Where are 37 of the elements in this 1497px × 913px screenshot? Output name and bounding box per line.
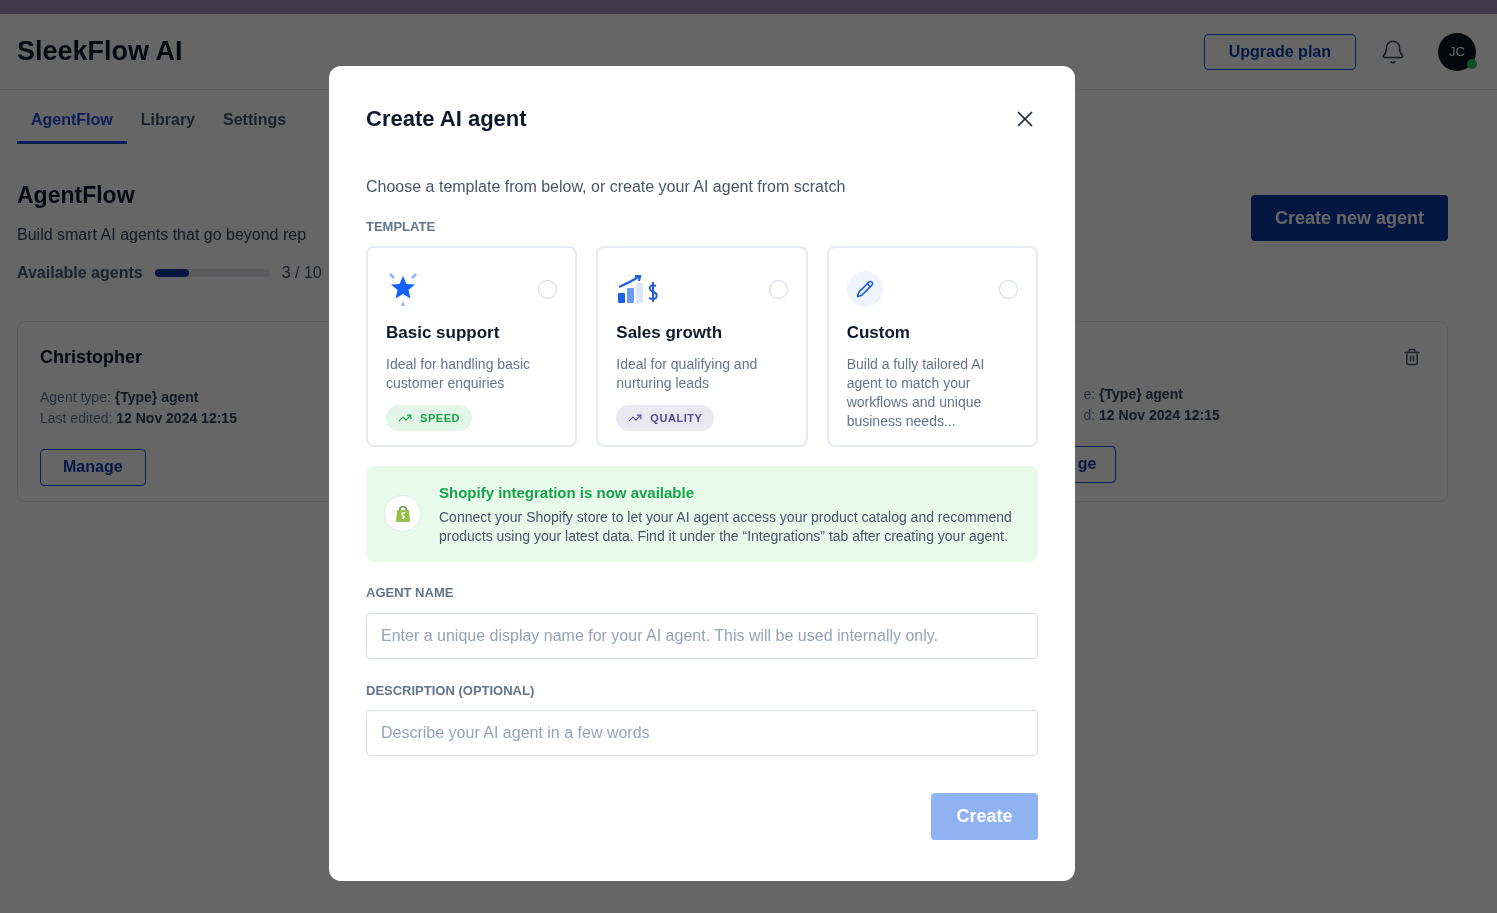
text-field[interactable]: Describe your AI agent in a few words (366, 710, 1038, 756)
tab[interactable]: AgentFlow (17, 98, 127, 144)
create-new-agent-button[interactable]: Create new agent (1250, 195, 1448, 241)
manage-button[interactable]: Manage (40, 448, 146, 486)
template-tag: QUALITY (616, 405, 715, 431)
avatar[interactable]: JC (1438, 32, 1476, 71)
template-description: Ideal for handling basic customer enquiries (386, 355, 531, 393)
agent-name: Christopher (40, 345, 142, 369)
template-card[interactable]: Sales growth Ideal for qualifying and nurturing leads QUALITY (596, 245, 808, 447)
tab[interactable]: Settings (209, 98, 301, 144)
dialog-intro: Choose a template from below, or create your AI agent from scratch (366, 177, 847, 197)
text-field[interactable]: Enter a unique display name for your AI agent. This will be used internally only. (366, 612, 1038, 659)
field-label: AGENT NAME (366, 584, 455, 602)
usage-count: 3 / 10 (281, 262, 322, 283)
template-description: Ideal for qualifying and nurturing leads (616, 355, 759, 393)
template-label: TEMPLATE (366, 218, 437, 236)
agent-type: Agent type: {Type} agent (40, 387, 199, 407)
agent-type: e: {Type} agent (1083, 384, 1183, 404)
agent-last-edited: d: 12 Nov 2024 12:15 (1083, 405, 1220, 425)
dialog-title: Create AI agent (366, 105, 527, 133)
template-card[interactable]: Custom Build a fully tailored AI agent to match your workflows and unique business needs... (826, 245, 1038, 447)
tab[interactable]: Library (126, 98, 209, 144)
template-description: Build a fully tailored AI agent to match your workflows and unique business needs... (846, 355, 986, 431)
agent-last-edited: Last edited: 12 Nov 2024 12:15 (40, 408, 237, 428)
app-title: SleekFlow AI (17, 35, 183, 69)
page-heading: AgentFlow (17, 181, 136, 210)
template-title: Sales growth (616, 321, 724, 344)
template-title: Custom (846, 321, 911, 344)
banner-text: Connect your Shopify store to let your AI agent access your product catalog and recommend products using your latest data. Find it under the “Integrations” tab after creating your agent. (439, 508, 1013, 546)
template-title: Basic support (386, 321, 501, 344)
page-subtitle: Build smart AI agents that go beyond rep (17, 224, 308, 245)
field-label: DESCRIPTION (OPTIONAL) (366, 681, 536, 700)
usage-label: Available agents (17, 262, 143, 283)
upgrade-plan-button[interactable]: Upgrade plan (1203, 33, 1356, 70)
template-tag: SPEED (386, 405, 473, 431)
banner-title: Shopify integration is now available (439, 482, 696, 503)
template-card[interactable]: Basic support Ideal for handling basic customer enquiries SPEED (366, 245, 578, 447)
